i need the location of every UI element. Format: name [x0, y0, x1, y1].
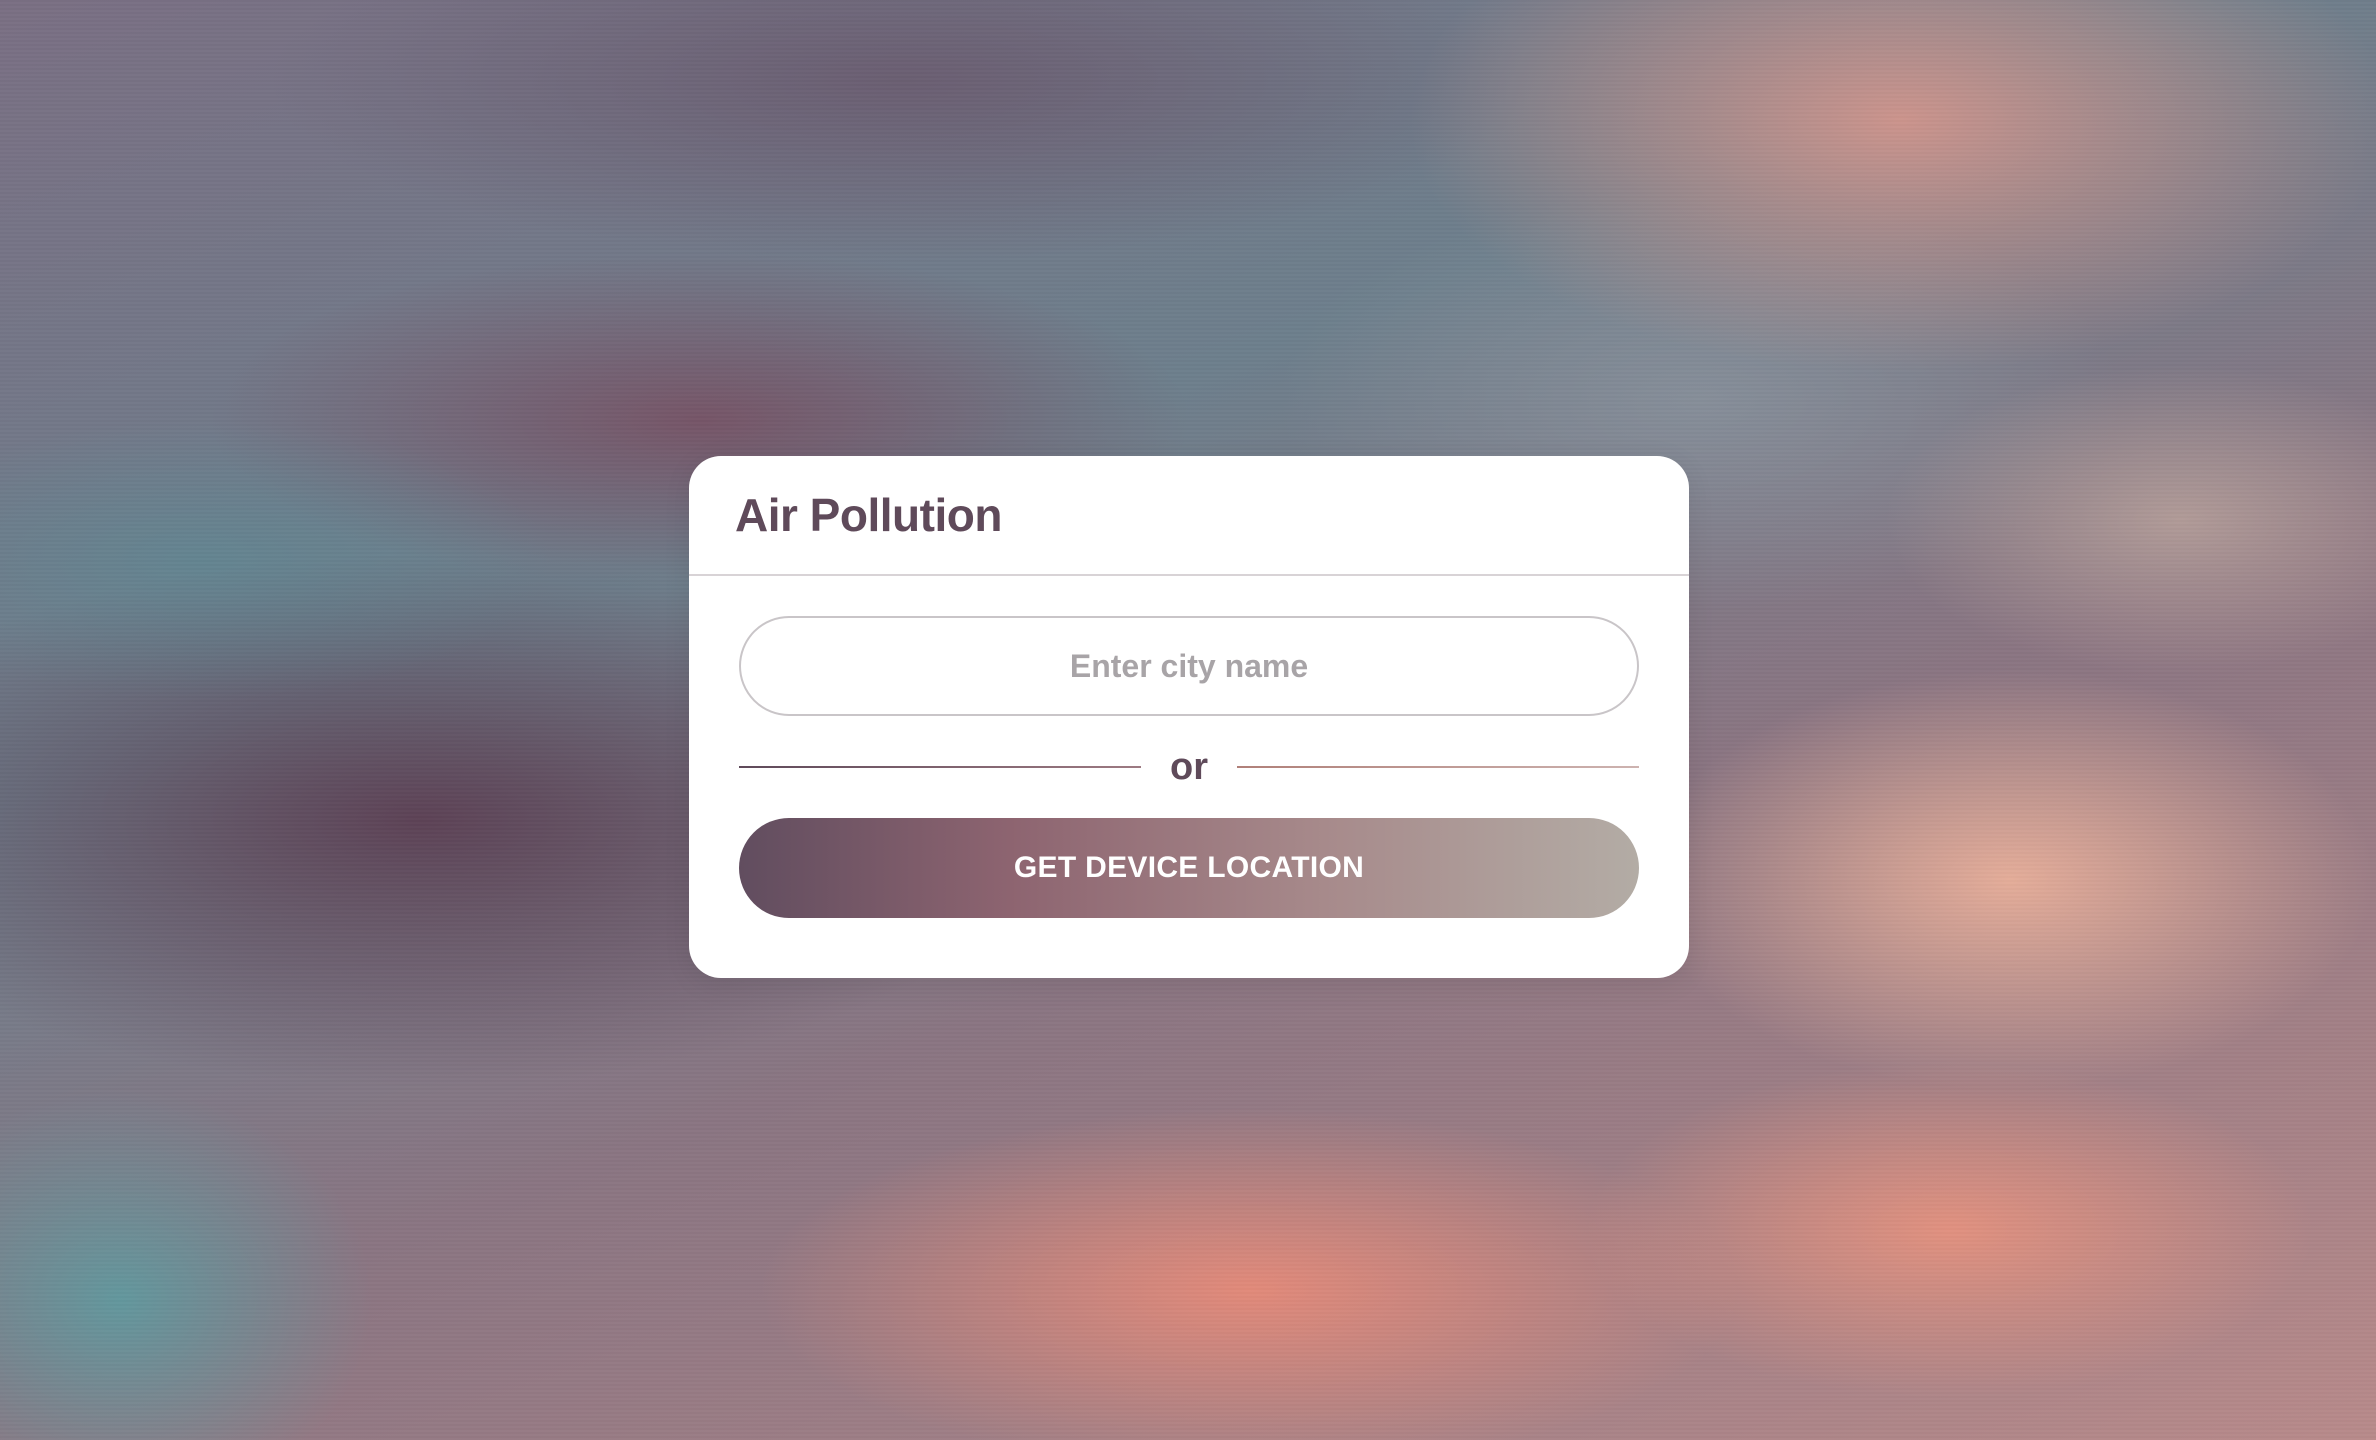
divider-line-left — [739, 766, 1141, 768]
divider-text: or — [1170, 746, 1208, 788]
or-divider: or — [739, 742, 1639, 792]
card-header: Air Pollution — [689, 456, 1689, 576]
divider-line-right — [1237, 766, 1639, 768]
card-title: Air Pollution — [735, 489, 1002, 541]
city-name-input[interactable] — [739, 616, 1639, 716]
get-device-location-button[interactable]: GET DEVICE LOCATION — [739, 818, 1639, 918]
air-pollution-card: Air Pollution or GET DEVICE LOCATION — [689, 456, 1689, 978]
